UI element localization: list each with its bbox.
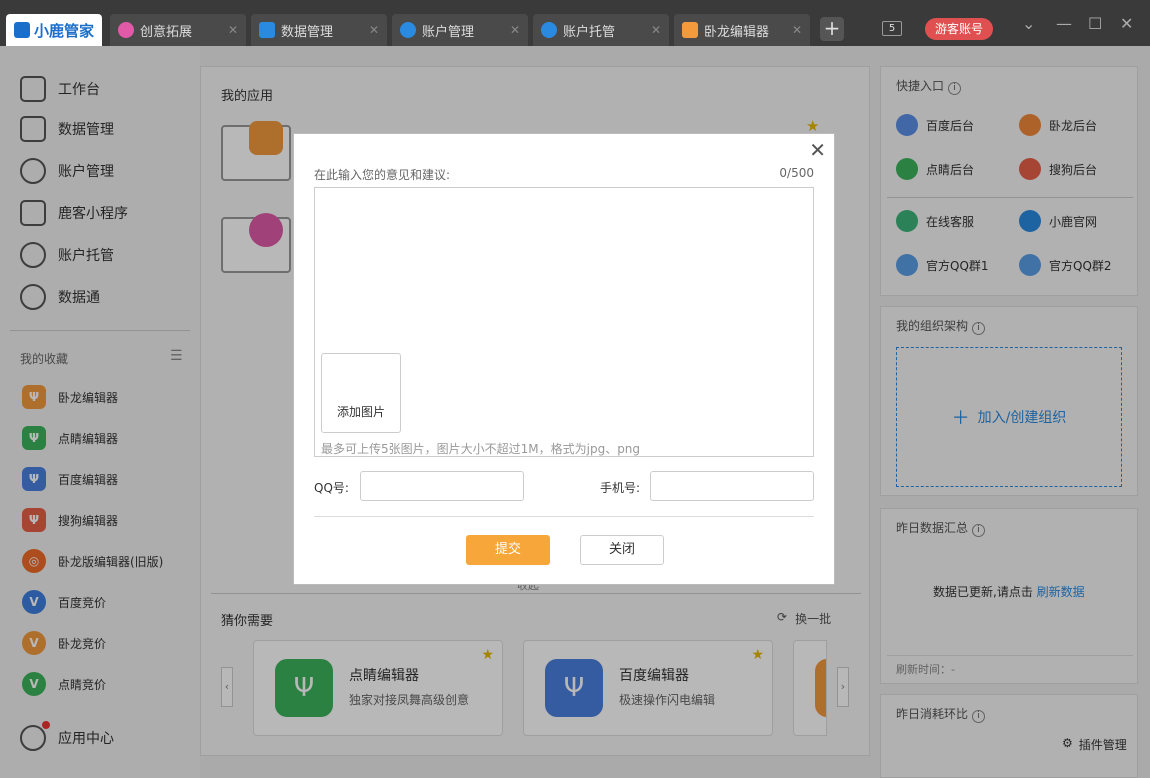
user-shield-icon: [541, 22, 557, 38]
phone-input[interactable]: [650, 471, 814, 501]
title-bar: 小鹿管家 创意拓展 ✕ 数据管理 ✕ 账户管理 ✕ 账户托管 ✕ 卧龙编辑器 ✕…: [0, 0, 1150, 46]
close-icon[interactable]: ✕: [228, 23, 238, 37]
close-icon[interactable]: ✕: [809, 138, 826, 162]
tab-count-badge[interactable]: 5: [882, 21, 902, 36]
chart-icon: [259, 22, 275, 38]
minimize-icon[interactable]: —: [1056, 14, 1072, 33]
qq-input[interactable]: [360, 471, 524, 501]
phone-label: 手机号:: [600, 479, 640, 496]
close-icon[interactable]: ✕: [510, 23, 520, 37]
bulb-icon: [118, 22, 134, 38]
close-icon[interactable]: ✕: [792, 23, 802, 37]
logo-icon: [14, 22, 30, 38]
tab-account-hosting[interactable]: 账户托管 ✕: [533, 14, 669, 46]
tab-label: 卧龙编辑器: [704, 21, 769, 40]
add-image-button[interactable]: 添加图片: [321, 353, 401, 433]
submit-button[interactable]: 提交: [466, 535, 550, 565]
feedback-textarea[interactable]: 添加图片 最多可上传5张图片，图片大小不超过1M，格式为jpg、png: [314, 187, 814, 457]
feedback-modal: ✕ 在此输入您的意见和建议: 0/500 添加图片 最多可上传5张图片，图片大小…: [293, 133, 835, 585]
close-icon[interactable]: ✕: [651, 23, 661, 37]
tab-label: 账户托管: [563, 21, 615, 40]
logo-tab[interactable]: 小鹿管家: [6, 14, 102, 46]
dropdown-icon[interactable]: ⌄: [1022, 14, 1035, 33]
guest-account-button[interactable]: 游客账号: [925, 18, 993, 40]
char-counter: 0/500: [779, 166, 814, 180]
user-icon: [400, 22, 416, 38]
divider: [314, 516, 814, 517]
close-icon[interactable]: ✕: [369, 23, 379, 37]
feedback-prompt: 在此输入您的意见和建议:: [314, 166, 450, 183]
tab-label: 创意拓展: [140, 21, 192, 40]
add-tab-button[interactable]: +: [820, 17, 844, 41]
tab-creative[interactable]: 创意拓展 ✕: [110, 14, 246, 46]
maximize-icon[interactable]: ☐: [1088, 14, 1102, 33]
add-image-label: 添加图片: [337, 403, 385, 420]
logo-text: 小鹿管家: [34, 20, 94, 41]
deer-icon: [682, 22, 698, 38]
tab-account-management[interactable]: 账户管理 ✕: [392, 14, 528, 46]
tab-label: 数据管理: [281, 21, 333, 40]
tab-data-management[interactable]: 数据管理 ✕: [251, 14, 387, 46]
qq-label: QQ号:: [314, 479, 349, 496]
tab-wolong-editor[interactable]: 卧龙编辑器 ✕: [674, 14, 810, 46]
tab-label: 账户管理: [422, 21, 474, 40]
close-window-icon[interactable]: ✕: [1120, 14, 1133, 33]
upload-hint: 最多可上传5张图片，图片大小不超过1M，格式为jpg、png: [321, 440, 640, 457]
close-button[interactable]: 关闭: [580, 535, 664, 565]
